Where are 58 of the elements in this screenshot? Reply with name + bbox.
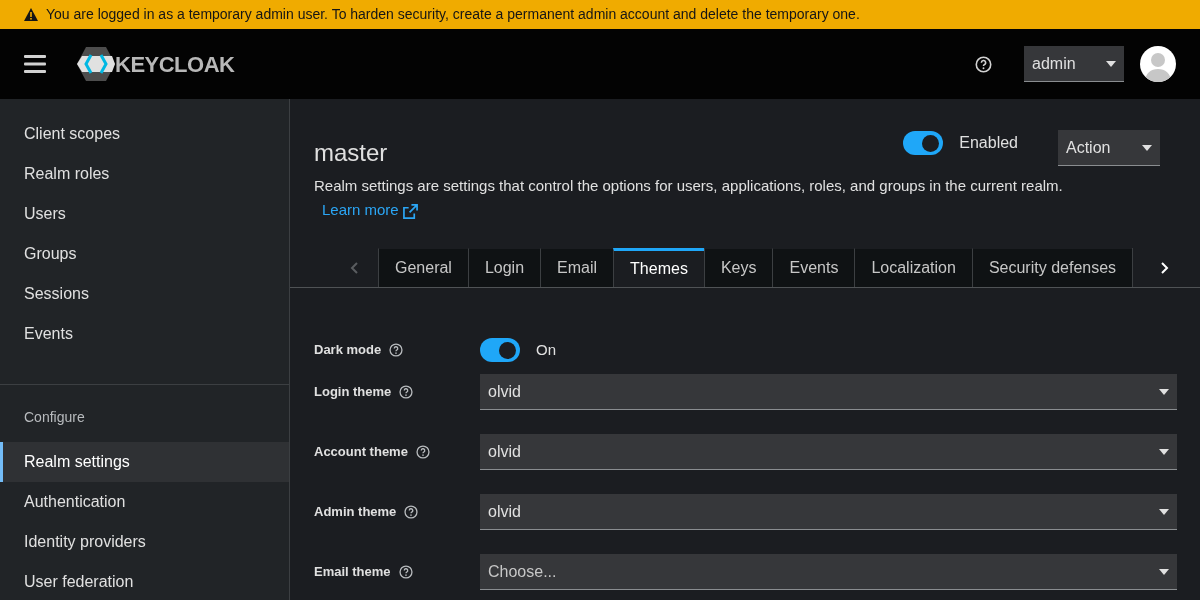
- action-dropdown[interactable]: Action: [1058, 130, 1160, 166]
- caret-icon: [1159, 568, 1169, 575]
- field-label: Dark mode: [314, 341, 382, 360]
- nav-item[interactable]: Users: [0, 194, 289, 234]
- theme-select[interactable]: olvid: [480, 374, 1177, 410]
- help-icon[interactable]: [398, 565, 413, 579]
- help-icon[interactable]: [415, 445, 430, 459]
- tab[interactable]: Keys: [703, 248, 773, 287]
- field-label: Admin theme: [314, 503, 397, 522]
- tab[interactable]: Security defenses: [971, 248, 1133, 287]
- toggle-switch[interactable]: [903, 131, 944, 155]
- nav-item[interactable]: Client scopes: [0, 114, 289, 154]
- avatar-icon[interactable]: [1140, 46, 1176, 82]
- tab[interactable]: Localization: [854, 248, 972, 287]
- help-icon[interactable]: [389, 343, 404, 357]
- caret-icon: [1106, 60, 1116, 67]
- tab[interactable]: Themes: [613, 248, 704, 287]
- warning-icon: [24, 8, 38, 21]
- help-icon[interactable]: [975, 55, 992, 73]
- nav-item[interactable]: Events: [0, 314, 289, 354]
- user-menu[interactable]: admin: [1024, 46, 1124, 82]
- field-label: Email theme: [314, 563, 391, 582]
- theme-select[interactable]: olvid: [480, 434, 1177, 470]
- caret-icon: [1159, 508, 1169, 515]
- tab[interactable]: Login: [467, 248, 541, 287]
- nav-item[interactable]: Authentication: [0, 482, 289, 522]
- logo-text: KEYCLOAK: [115, 50, 235, 79]
- tab[interactable]: Email: [540, 248, 614, 287]
- help-icon[interactable]: [404, 505, 419, 519]
- theme-select[interactable]: Choose...: [480, 554, 1177, 590]
- toggle-label: On: [536, 339, 556, 360]
- chevron-right-icon: [1160, 261, 1169, 274]
- logo-icon: [77, 47, 115, 81]
- caret-icon: [1159, 448, 1169, 455]
- page-description: Realm settings are settings that control the options for users, applications, roles, and groups in the current realm. Learn more: [314, 176, 1064, 221]
- caret-icon: [1159, 388, 1169, 395]
- nav-item[interactable]: Realm roles: [0, 154, 289, 194]
- theme-select[interactable]: olvid: [480, 494, 1177, 530]
- chevron-left-icon: [350, 261, 358, 274]
- menu-icon[interactable]: [24, 55, 46, 73]
- toggle-label: Enabled: [959, 133, 1018, 153]
- toggle-switch[interactable]: [480, 338, 520, 362]
- field-label: Login theme: [314, 383, 392, 402]
- page-title: master: [314, 138, 388, 168]
- nav-section-heading: Configure: [23, 408, 86, 427]
- nav-item[interactable]: Identity providers: [0, 522, 289, 562]
- nav-item[interactable]: Realm settings: [0, 442, 289, 482]
- caret-icon: [1142, 144, 1152, 151]
- learn-more-link[interactable]: Learn more: [322, 201, 418, 218]
- external-link-icon: [402, 203, 418, 219]
- banner-text: You are logged in as a temporary admin user. To harden security, create a permanent admin account and delete the temporary one.: [46, 5, 860, 24]
- nav-item[interactable]: User federation: [0, 562, 289, 600]
- nav-item[interactable]: Sessions: [0, 274, 289, 314]
- field-label: Account theme: [314, 443, 408, 462]
- tab[interactable]: General: [378, 248, 468, 287]
- help-icon[interactable]: [399, 385, 414, 399]
- tab[interactable]: Events: [772, 248, 855, 287]
- nav-item[interactable]: Groups: [0, 234, 289, 274]
